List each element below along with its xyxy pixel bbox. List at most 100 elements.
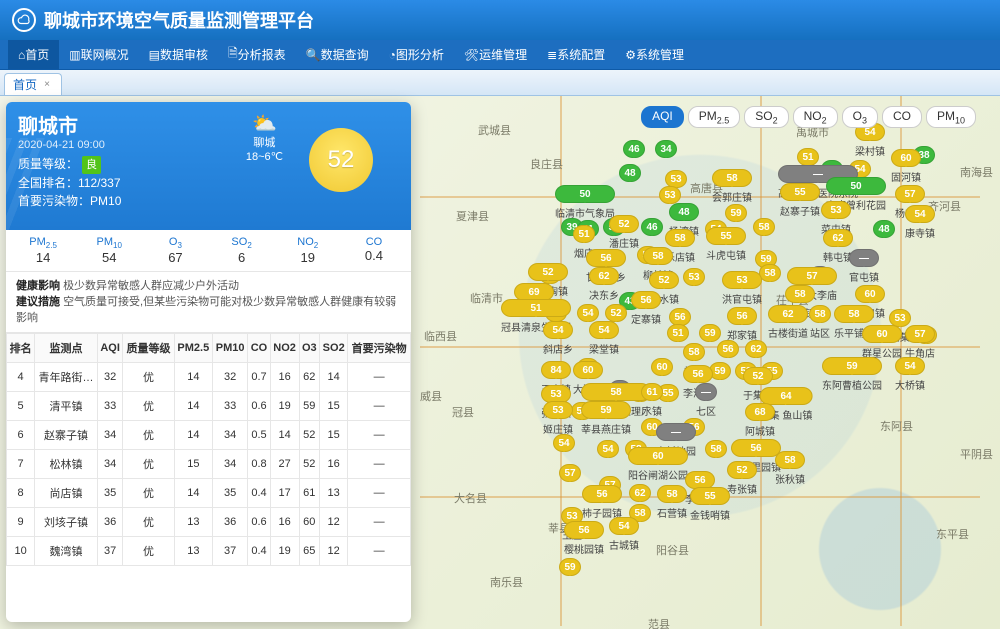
pollutant-chip[interactable]: SO2: [744, 106, 788, 128]
station-marker[interactable]: 58站区: [809, 305, 831, 340]
marker-value: 62: [589, 267, 619, 285]
table-row[interactable]: 4青年路街…32优14320.7166214—: [7, 363, 411, 392]
table-header[interactable]: SO2: [320, 334, 348, 363]
station-marker[interactable]: 62: [629, 484, 651, 502]
station-marker[interactable]: 61水镇: [641, 383, 663, 418]
pollutant-chip[interactable]: NO2: [793, 106, 838, 128]
station-marker[interactable]: 62古楼街道: [768, 305, 808, 340]
station-marker[interactable]: 58: [753, 218, 775, 236]
station-marker[interactable]: 68阿城镇: [745, 403, 775, 438]
pollutant-chip[interactable]: O3: [842, 106, 878, 128]
station-marker[interactable]: 54古城镇: [609, 517, 639, 552]
nav-item-4[interactable]: 🔍数据查询: [296, 40, 379, 69]
table-row[interactable]: 7松林镇34优15340.8275216—: [7, 450, 411, 479]
marker-value: 56: [683, 365, 713, 383]
station-marker[interactable]: 52: [605, 304, 627, 322]
station-marker[interactable]: 53: [683, 268, 705, 286]
station-marker[interactable]: 62决东乡: [589, 267, 619, 302]
station-marker[interactable]: 46: [623, 140, 645, 158]
station-marker[interactable]: 58: [759, 264, 781, 282]
marker-value: 60: [891, 149, 921, 167]
nav-item-2[interactable]: ▤数据审核: [139, 40, 218, 69]
station-marker[interactable]: 58石营镇: [657, 485, 687, 520]
station-marker[interactable]: 59莘县燕庄镇: [581, 401, 631, 436]
station-marker[interactable]: 48: [619, 164, 641, 182]
nav-item-8[interactable]: ⚙系统管理: [615, 40, 694, 69]
station-marker[interactable]: 54: [577, 304, 599, 322]
station-marker[interactable]: 54康寺镇: [905, 205, 935, 240]
nav-item-0[interactable]: ⌂首页: [8, 40, 59, 69]
station-marker[interactable]: 58: [705, 440, 727, 458]
station-marker[interactable]: 54梁堂镇: [589, 321, 619, 356]
station-marker[interactable]: 58会郭庄镇: [712, 169, 752, 204]
station-marker[interactable]: 56柿子园镇: [582, 485, 622, 520]
tab-home[interactable]: 首页 ×: [4, 73, 62, 95]
station-marker[interactable]: 52寿张镇: [727, 461, 757, 496]
station-marker[interactable]: —官屯镇: [849, 249, 879, 284]
table-row[interactable]: 10魏湾镇37优13370.4196512—: [7, 537, 411, 566]
station-marker[interactable]: 59: [725, 204, 747, 222]
nav-item-5[interactable]: ◔图形分析: [379, 40, 454, 69]
nav-item-3[interactable]: 🗎分析报表: [218, 40, 296, 69]
station-marker[interactable]: 56郑家镇: [727, 307, 757, 342]
table-header[interactable]: NO2: [270, 334, 299, 363]
nav-item-1[interactable]: ▥联网概况: [59, 40, 138, 69]
station-marker[interactable]: 62: [745, 340, 767, 358]
table-header[interactable]: O3: [299, 334, 320, 363]
station-marker[interactable]: 60: [651, 358, 673, 376]
close-icon[interactable]: ×: [41, 79, 53, 91]
table-header[interactable]: PM10: [213, 334, 248, 363]
station-marker[interactable]: 58张秋镇: [775, 451, 805, 486]
marker-value: 84: [541, 361, 571, 379]
station-marker[interactable]: 56定寨镇: [631, 291, 661, 326]
pollutant-chip[interactable]: PM2.5: [688, 106, 741, 128]
pollutant-chip[interactable]: CO: [882, 106, 922, 128]
station-marker[interactable]: 55赵寨子镇: [780, 183, 820, 218]
table-header[interactable]: 首要污染物: [348, 334, 411, 363]
table-row[interactable]: 6赵寨子镇34优14340.5145215—: [7, 421, 411, 450]
station-marker[interactable]: 53: [659, 186, 681, 204]
pollutant-chip[interactable]: AQI: [641, 106, 684, 128]
table-row[interactable]: 5清平镇33优14330.6195915—: [7, 392, 411, 421]
station-marker[interactable]: 54: [553, 434, 575, 452]
station-marker[interactable]: 60阳谷闸湖公园: [628, 447, 688, 482]
station-marker[interactable]: 52潘庄镇: [609, 215, 639, 250]
table-header[interactable]: 质量等级: [123, 334, 174, 363]
station-marker[interactable]: 55金钱哨镇: [690, 487, 730, 522]
station-marker[interactable]: 60固河镇: [891, 149, 921, 184]
pollutant-cell: PM2.514: [10, 236, 76, 265]
station-marker[interactable]: 48: [873, 220, 895, 238]
nav-item-7[interactable]: ≣系统配置: [537, 40, 615, 69]
station-marker[interactable]: 54斜店乡: [543, 321, 573, 356]
station-marker[interactable]: 46: [641, 218, 663, 236]
station-marker[interactable]: 50临清市气象局: [555, 185, 615, 220]
table-header[interactable]: 排名: [7, 334, 35, 363]
station-marker[interactable]: 56: [717, 340, 739, 358]
station-marker[interactable]: —七区: [695, 383, 717, 418]
station-marker[interactable]: 53洪官屯镇: [722, 271, 762, 306]
station-marker[interactable]: 57牛角店: [905, 325, 935, 360]
table-row[interactable]: 8尚店镇35优14350.4176113—: [7, 479, 411, 508]
station-marker[interactable]: 54: [597, 440, 619, 458]
pollutant-chip[interactable]: PM10: [926, 106, 976, 128]
table-row[interactable]: 9刘垓子镇36优13360.6166012—: [7, 508, 411, 537]
station-marker[interactable]: 55斗虎屯镇: [706, 227, 746, 262]
table-header[interactable]: 监测点: [35, 334, 98, 363]
station-marker[interactable]: 60群星公园: [862, 325, 902, 360]
station-marker[interactable]: 51: [667, 324, 689, 342]
table-header[interactable]: CO: [248, 334, 270, 363]
nav-item-6[interactable]: 🛠运维管理: [454, 40, 537, 69]
station-marker[interactable]: 51: [797, 148, 819, 166]
station-marker[interactable]: 57: [559, 464, 581, 482]
station-marker[interactable]: 34: [655, 140, 677, 158]
table-header[interactable]: PM2.5: [174, 334, 212, 363]
station-marker[interactable]: 54大桥镇: [895, 357, 925, 392]
station-marker[interactable]: 59东阿曹植公园: [822, 357, 882, 392]
marker-value: 58: [657, 485, 687, 503]
station-marker[interactable]: 53姬庄镇: [543, 401, 573, 436]
station-marker[interactable]: 59: [559, 558, 581, 576]
station-marker[interactable]: 56樱桃园镇: [564, 521, 604, 556]
station-table-wrap[interactable]: 排名监测点AQI质量等级PM2.5PM10CONO2O3SO2首要污染物 4青年…: [6, 333, 411, 622]
table-header[interactable]: AQI: [97, 334, 123, 363]
marker-label: 樱桃园镇: [564, 541, 604, 556]
